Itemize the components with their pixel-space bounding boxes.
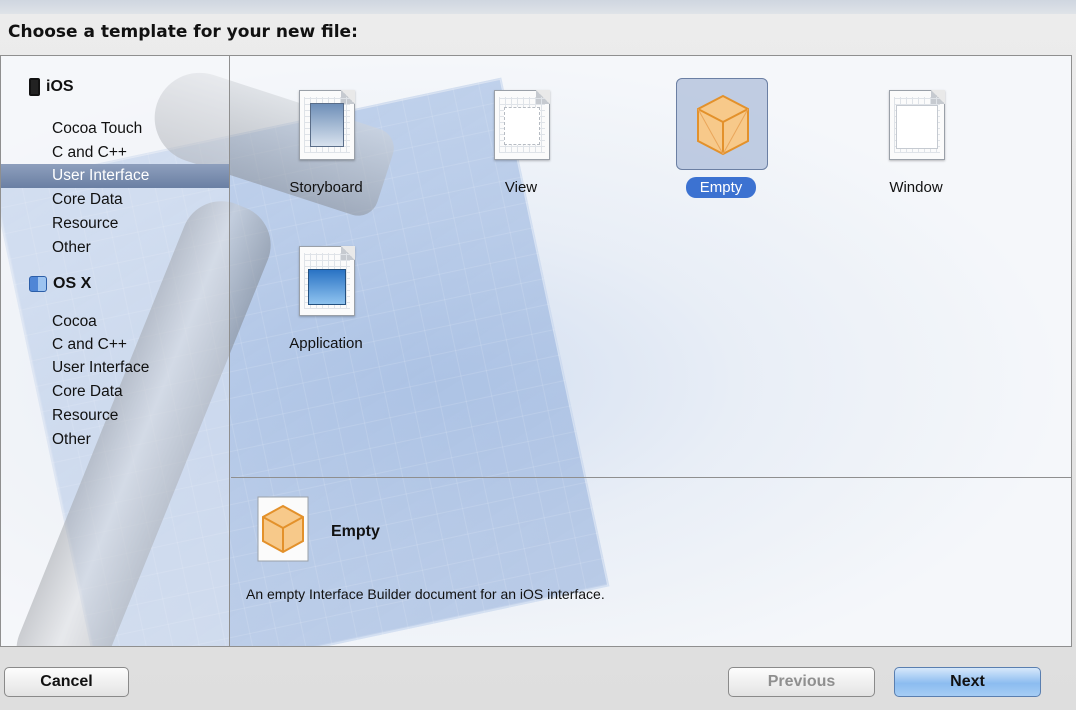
template-label: Window	[889, 179, 943, 196]
finder-icon	[29, 276, 47, 292]
sidebar-item-resource[interactable]: Resource	[1, 404, 229, 428]
description-title: Empty	[331, 523, 380, 540]
sidebar-group-ios[interactable]: iOS	[29, 76, 74, 98]
sidebar-item-other[interactable]: Other	[1, 428, 229, 452]
empty-cube-icon	[695, 93, 751, 157]
template-label: Empty	[651, 177, 791, 198]
sidebar-item-core-data[interactable]: Core Data	[1, 188, 229, 212]
sidebar-item-core-data[interactable]: Core Data	[1, 380, 229, 404]
sidebar-item-user-interface[interactable]: User Interface	[1, 164, 229, 188]
sidebar-item-cocoa[interactable]: Cocoa	[1, 310, 229, 334]
view-document-icon	[476, 78, 568, 170]
template-description-panel: Empty An empty Interface Builder documen…	[231, 477, 1071, 646]
template-window[interactable]: Window	[846, 78, 986, 208]
window-document-icon	[871, 78, 963, 170]
new-file-dialog: Choose a template for your new file: iOS…	[0, 14, 1076, 710]
sidebar-item-c-and-cpp[interactable]: C and C++	[1, 141, 229, 165]
iphone-icon	[29, 78, 40, 96]
storyboard-document-icon	[281, 78, 373, 170]
template-application[interactable]: Application	[256, 234, 396, 364]
cancel-button[interactable]: Cancel	[4, 667, 129, 697]
template-label: View	[504, 179, 538, 196]
sidebar-group-label: OS X	[53, 275, 92, 292]
template-view[interactable]: View	[451, 78, 591, 208]
next-button[interactable]: Next	[894, 667, 1041, 697]
template-category-sidebar: iOS Cocoa Touch C and C++ User Interface…	[1, 56, 230, 646]
previous-button[interactable]: Previous	[728, 667, 875, 697]
sidebar-item-cocoa-touch[interactable]: Cocoa Touch	[1, 117, 229, 141]
template-label: Storyboard	[289, 179, 363, 196]
template-storyboard[interactable]: Storyboard	[256, 78, 396, 208]
sidebar-item-resource[interactable]: Resource	[1, 212, 229, 236]
sidebar-group-osx[interactable]: OS X	[29, 273, 91, 295]
template-selection-box	[676, 78, 768, 170]
description-text: An empty Interface Builder document for …	[246, 586, 605, 602]
sidebar-group-label: iOS	[46, 78, 74, 95]
template-label: Application	[289, 335, 363, 352]
background-window-strip	[0, 0, 1076, 14]
template-empty[interactable]: Empty	[651, 78, 791, 208]
template-chooser-panel: iOS Cocoa Touch C and C++ User Interface…	[0, 55, 1072, 647]
empty-cube-icon	[257, 496, 311, 564]
dialog-title: Choose a template for your new file:	[8, 22, 358, 42]
application-document-icon	[281, 234, 373, 326]
template-grid: Storyboard View Empty Window Application	[231, 56, 1071, 476]
sidebar-item-other[interactable]: Other	[1, 236, 229, 260]
sidebar-item-user-interface[interactable]: User Interface	[1, 356, 229, 380]
sidebar-item-c-and-cpp[interactable]: C and C++	[1, 333, 229, 357]
